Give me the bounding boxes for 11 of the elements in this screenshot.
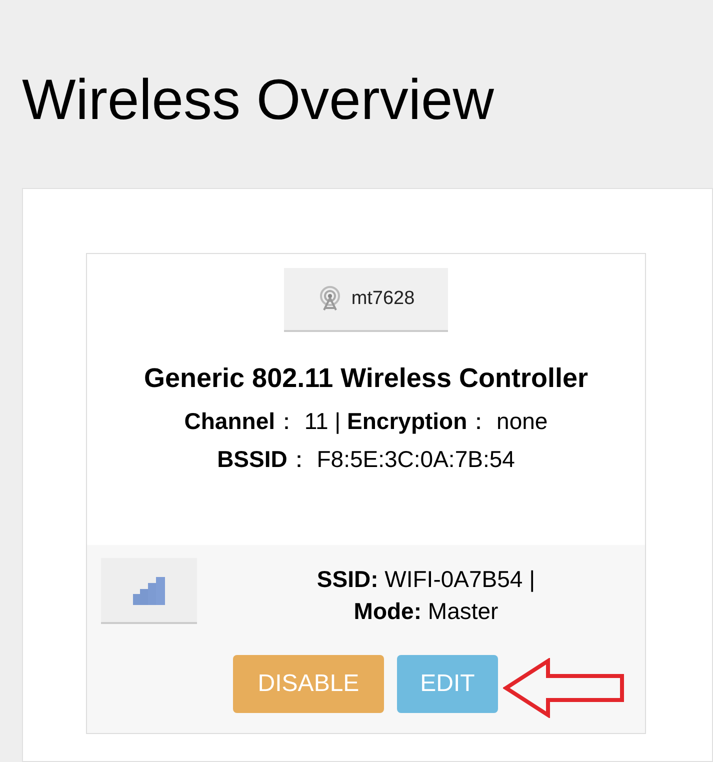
device-button[interactable]: mt7628 xyxy=(284,268,448,332)
network-detail: Mode: Master xyxy=(354,597,498,626)
network-detail: SSID: WIFI-0A7B54 | xyxy=(316,565,536,594)
device-detail: Channel： 11 | Encryption： none xyxy=(184,407,548,436)
device-detail: BSSID： F8:5E:3C:0A:7B:54 xyxy=(217,445,515,474)
signal-button[interactable] xyxy=(101,558,197,624)
disable-button[interactable]: DISABLE xyxy=(233,655,384,713)
device-description: Generic 802.11 Wireless Controller xyxy=(144,362,588,394)
signal-bars-icon xyxy=(133,575,165,605)
edit-button[interactable]: EDIT xyxy=(397,655,498,713)
page-title: Wireless Overview xyxy=(22,67,494,134)
